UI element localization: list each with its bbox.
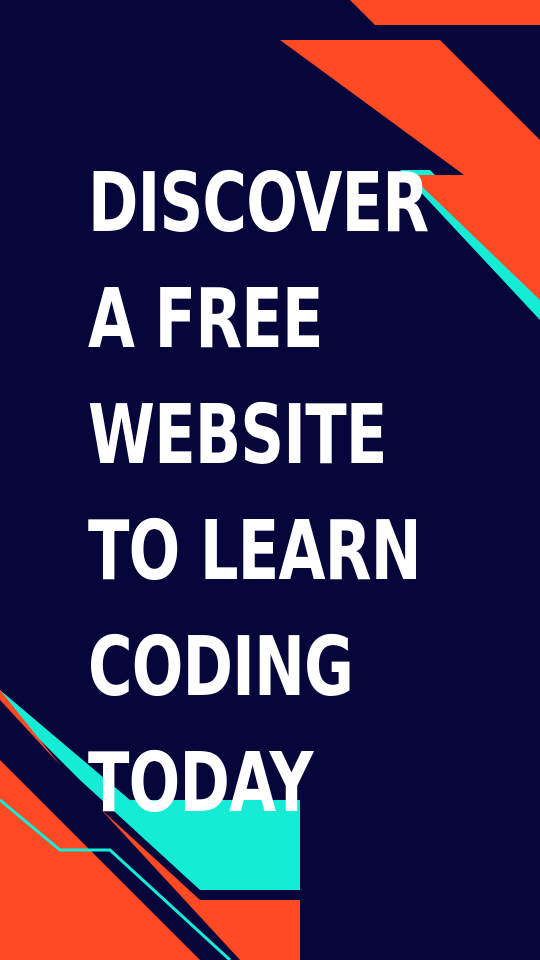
headline-line-4: TO LEARN bbox=[88, 504, 422, 599]
headline-line-3: WEBSITE bbox=[88, 388, 387, 483]
headline-line-1: DISCOVER bbox=[88, 156, 429, 251]
headline-line-2: A FREE bbox=[88, 272, 323, 367]
orange-stripe-top-1 bbox=[350, 0, 540, 25]
headline: DISCOVER A FREE WEBSITE TO LEARN CODING … bbox=[88, 146, 508, 842]
headline-line-6: TODAY bbox=[88, 736, 313, 831]
poster: DISCOVER A FREE WEBSITE TO LEARN CODING … bbox=[0, 0, 540, 960]
headline-line-5: CODING bbox=[88, 620, 354, 715]
